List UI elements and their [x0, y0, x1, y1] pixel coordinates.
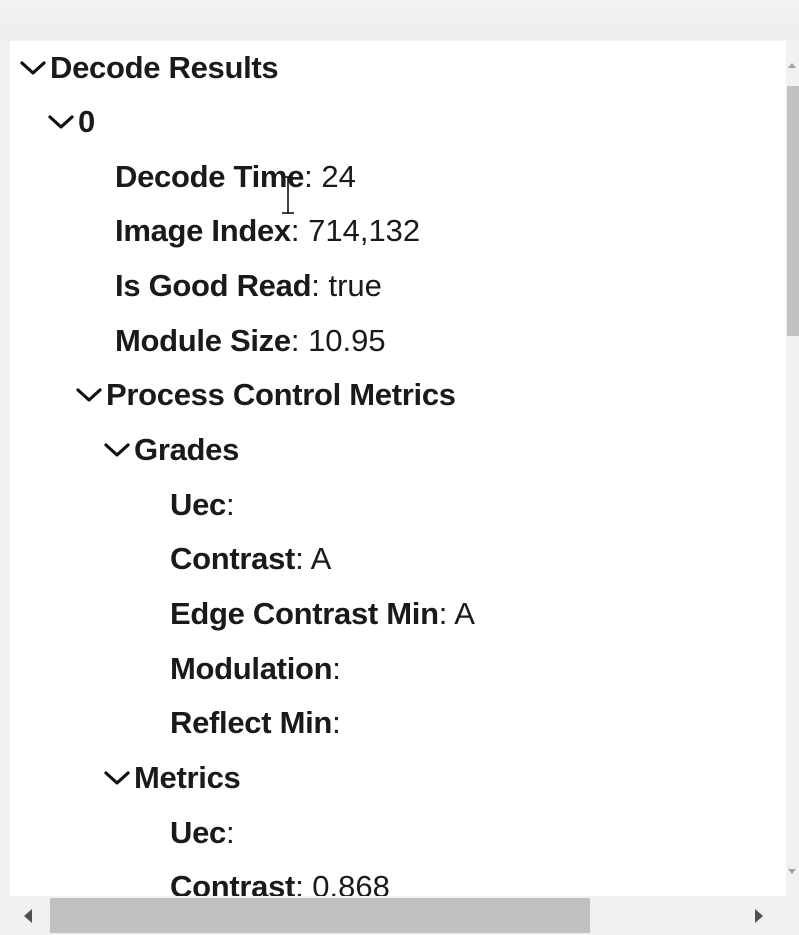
field-value: 24 [321, 159, 356, 194]
field-separator: : [438, 596, 455, 631]
node-label: Grades [134, 432, 240, 467]
field-key: Is Good Read [115, 268, 312, 303]
chevron-down-icon[interactable] [76, 368, 106, 422]
chevron-down-icon[interactable] [104, 423, 134, 477]
field-separator: : [225, 815, 235, 850]
horizontal-scroll-thumb[interactable] [50, 898, 590, 933]
field-key: Contrast [170, 869, 296, 896]
field-separator: : [304, 159, 322, 194]
tree-field-grades-uec: Uec: [170, 478, 235, 532]
node-label: Metrics [134, 760, 241, 795]
field-key: Uec [170, 487, 226, 522]
tree-field-module-size: Module Size: 10.95 [115, 314, 386, 368]
page: Decode Results 0 Decode Time: 24 Image I… [0, 0, 799, 935]
field-separator: : [332, 705, 341, 740]
field-value: 0.868 [312, 869, 390, 896]
field-key: Contrast [170, 541, 296, 576]
tree-field-grades-edge-contrast-min: Edge Contrast Min: A [170, 587, 475, 641]
field-key: Image Index [115, 213, 291, 248]
vertical-scrollbar[interactable] [786, 41, 799, 896]
field-value: true [328, 268, 382, 303]
tree-node-process-control-metrics[interactable]: Process Control Metrics [76, 368, 456, 422]
tree-node-metrics[interactable]: Metrics [104, 751, 241, 805]
tree-field-grades-contrast: Contrast: A [170, 532, 331, 586]
tree-panel: Decode Results 0 Decode Time: 24 Image I… [10, 41, 786, 896]
scroll-left-arrow-icon[interactable] [24, 909, 32, 923]
field-value: 714,132 [308, 213, 421, 248]
field-key: Modulation [170, 651, 333, 686]
scroll-up-arrow-icon[interactable] [788, 63, 796, 68]
field-key: Module Size [115, 323, 291, 358]
field-value: A [310, 541, 332, 576]
toolbar-strip [0, 0, 799, 40]
tree-node-item-0[interactable]: 0 [48, 95, 95, 149]
horizontal-scrollbar[interactable] [10, 896, 786, 935]
scroll-right-arrow-icon[interactable] [755, 909, 763, 923]
node-label: Process Control Metrics [106, 377, 456, 412]
field-value: 10.95 [308, 323, 386, 358]
field-key: Decode Time [115, 159, 305, 194]
tree-field-decode-time: Decode Time: 24 [115, 150, 356, 204]
tree-field-metrics-contrast: Contrast: 0.868 [170, 860, 390, 896]
node-label: 0 [78, 104, 95, 139]
field-separator: : [290, 213, 309, 248]
node-label: Decode Results [50, 50, 279, 85]
field-separator: : [332, 651, 341, 686]
field-separator: : [295, 869, 313, 896]
field-key: Edge Contrast Min [170, 596, 439, 631]
field-separator: : [295, 541, 311, 576]
chevron-down-icon[interactable] [48, 95, 78, 149]
tree-field-image-index: Image Index: 714,132 [115, 204, 420, 258]
tree-field-metrics-uec: Uec: [170, 806, 235, 860]
tree-node-grades[interactable]: Grades [104, 423, 239, 477]
field-separator: : [290, 323, 309, 358]
field-key: Uec [170, 815, 226, 850]
field-separator: : [311, 268, 329, 303]
vertical-scroll-thumb[interactable] [787, 86, 799, 336]
chevron-down-icon[interactable] [20, 41, 50, 95]
scroll-down-arrow-icon[interactable] [788, 869, 796, 874]
tree-field-is-good-read: Is Good Read: true [115, 259, 382, 313]
field-separator: : [225, 487, 235, 522]
tree-field-grades-reflect-min: Reflect Min: [170, 696, 341, 750]
chevron-down-icon[interactable] [104, 751, 134, 805]
field-value: A [454, 596, 475, 631]
tree-field-grades-modulation: Modulation: [170, 642, 341, 696]
field-key: Reflect Min [170, 705, 333, 740]
tree-node-decode-results[interactable]: Decode Results [20, 41, 279, 95]
